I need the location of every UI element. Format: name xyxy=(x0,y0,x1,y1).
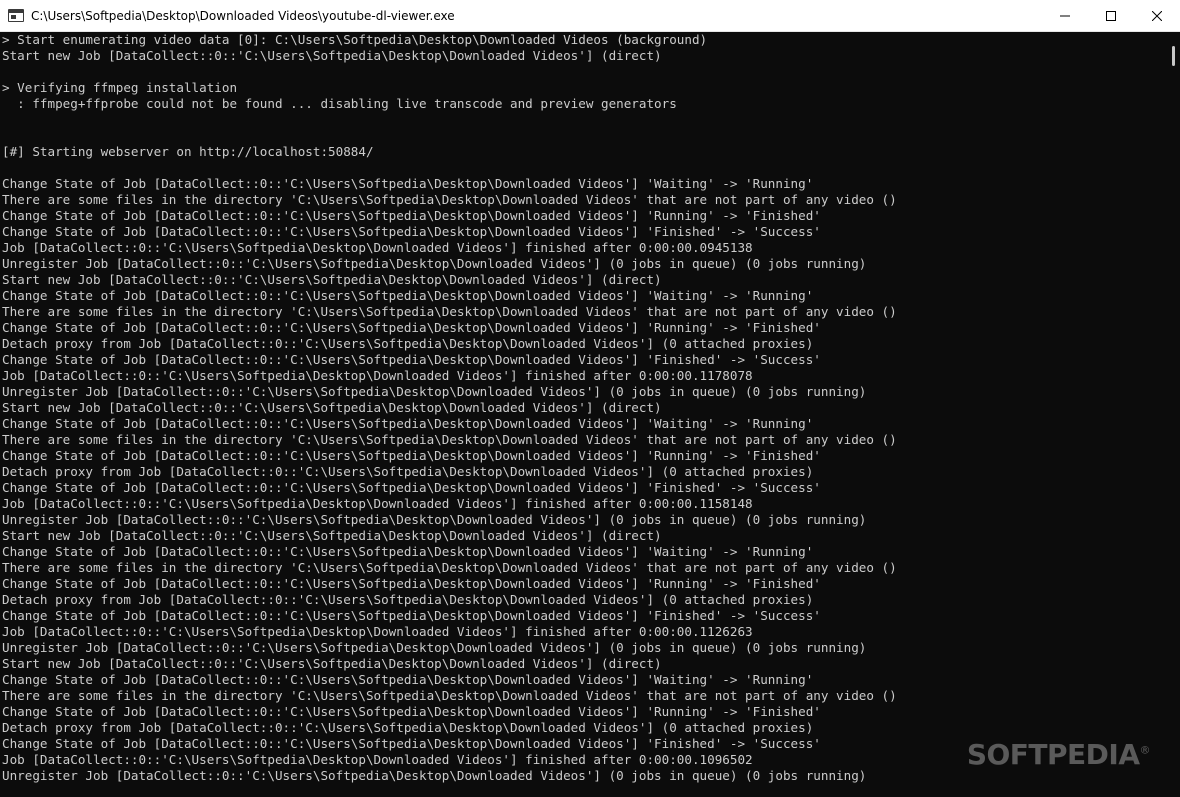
console-line: Change State of Job [DataCollect::0::'C:… xyxy=(2,480,821,495)
console-line: Detach proxy from Job [DataCollect::0::'… xyxy=(2,720,814,735)
console-line: Unregister Job [DataCollect::0::'C:\User… xyxy=(2,384,867,399)
softpedia-watermark: SOFTPEDIA® xyxy=(966,738,1151,771)
console-line: Change State of Job [DataCollect::0::'C:… xyxy=(2,704,821,719)
vertical-scrollbar[interactable] xyxy=(1166,32,1180,797)
console-line: Start new Job [DataCollect::0::'C:\Users… xyxy=(2,272,662,287)
console-line: Change State of Job [DataCollect::0::'C:… xyxy=(2,672,814,687)
console-line: Detach proxy from Job [DataCollect::0::'… xyxy=(2,592,814,607)
console-line: Change State of Job [DataCollect::0::'C:… xyxy=(2,224,821,239)
console-line: Change State of Job [DataCollect::0::'C:… xyxy=(2,608,821,623)
console-line: Unregister Job [DataCollect::0::'C:\User… xyxy=(2,512,867,527)
console-line: Detach proxy from Job [DataCollect::0::'… xyxy=(2,464,814,479)
console-line: Change State of Job [DataCollect::0::'C:… xyxy=(2,416,814,431)
console-line: There are some files in the directory 'C… xyxy=(2,192,897,207)
console-line: Job [DataCollect::0::'C:\Users\Softpedia… xyxy=(2,240,753,255)
console-line: Change State of Job [DataCollect::0::'C:… xyxy=(2,448,821,463)
console-line: [#] Starting webserver on http://localho… xyxy=(2,144,374,159)
minimize-icon xyxy=(1060,15,1070,17)
console-line: There are some files in the directory 'C… xyxy=(2,688,897,703)
close-button[interactable] xyxy=(1134,0,1180,32)
console-line: Change State of Job [DataCollect::0::'C:… xyxy=(2,544,814,559)
scrollbar-thumb[interactable] xyxy=(1172,46,1175,66)
close-icon xyxy=(1152,11,1162,21)
console-line: Job [DataCollect::0::'C:\Users\Softpedia… xyxy=(2,624,753,639)
console-line: There are some files in the directory 'C… xyxy=(2,560,897,575)
console-line: > Verifying ffmpeg installation xyxy=(2,80,238,95)
console-line: Job [DataCollect::0::'C:\Users\Softpedia… xyxy=(2,496,753,511)
title-bar[interactable]: C:\Users\Softpedia\Desktop\Downloaded Vi… xyxy=(0,0,1180,32)
console-line: Start new Job [DataCollect::0::'C:\Users… xyxy=(2,400,662,415)
console-line: Change State of Job [DataCollect::0::'C:… xyxy=(2,288,814,303)
registered-mark: ® xyxy=(1139,743,1151,757)
maximize-button[interactable] xyxy=(1088,0,1134,32)
watermark-text: SOFTPEDIA xyxy=(966,738,1140,771)
console-line: Start new Job [DataCollect::0::'C:\Users… xyxy=(2,528,662,543)
console-line: : ffmpeg+ffprobe could not be found ... … xyxy=(2,96,677,111)
console-line: Unregister Job [DataCollect::0::'C:\User… xyxy=(2,256,867,271)
console-line: There are some files in the directory 'C… xyxy=(2,304,897,319)
console-line: Change State of Job [DataCollect::0::'C:… xyxy=(2,576,821,591)
console-line: Change State of Job [DataCollect::0::'C:… xyxy=(2,320,821,335)
console-line: > Start enumerating video data [0]: C:\U… xyxy=(2,32,708,47)
window-title: C:\Users\Softpedia\Desktop\Downloaded Vi… xyxy=(31,8,455,23)
console-line: Unregister Job [DataCollect::0::'C:\User… xyxy=(2,640,867,655)
console-output[interactable]: > Start enumerating video data [0]: C:\U… xyxy=(0,32,1166,797)
console-line: Start new Job [DataCollect::0::'C:\Users… xyxy=(2,48,662,63)
console-line: Detach proxy from Job [DataCollect::0::'… xyxy=(2,336,814,351)
console-line: There are some files in the directory 'C… xyxy=(2,432,897,447)
console-icon xyxy=(8,9,24,22)
console-line: Job [DataCollect::0::'C:\Users\Softpedia… xyxy=(2,368,753,383)
console-line: Change State of Job [DataCollect::0::'C:… xyxy=(2,176,814,191)
window-controls xyxy=(1042,0,1180,32)
maximize-icon xyxy=(1106,11,1116,21)
minimize-button[interactable] xyxy=(1042,0,1088,32)
console-line: Start new Job [DataCollect::0::'C:\Users… xyxy=(2,656,662,671)
console-line: Change State of Job [DataCollect::0::'C:… xyxy=(2,208,821,223)
console-line: Change State of Job [DataCollect::0::'C:… xyxy=(2,352,821,367)
